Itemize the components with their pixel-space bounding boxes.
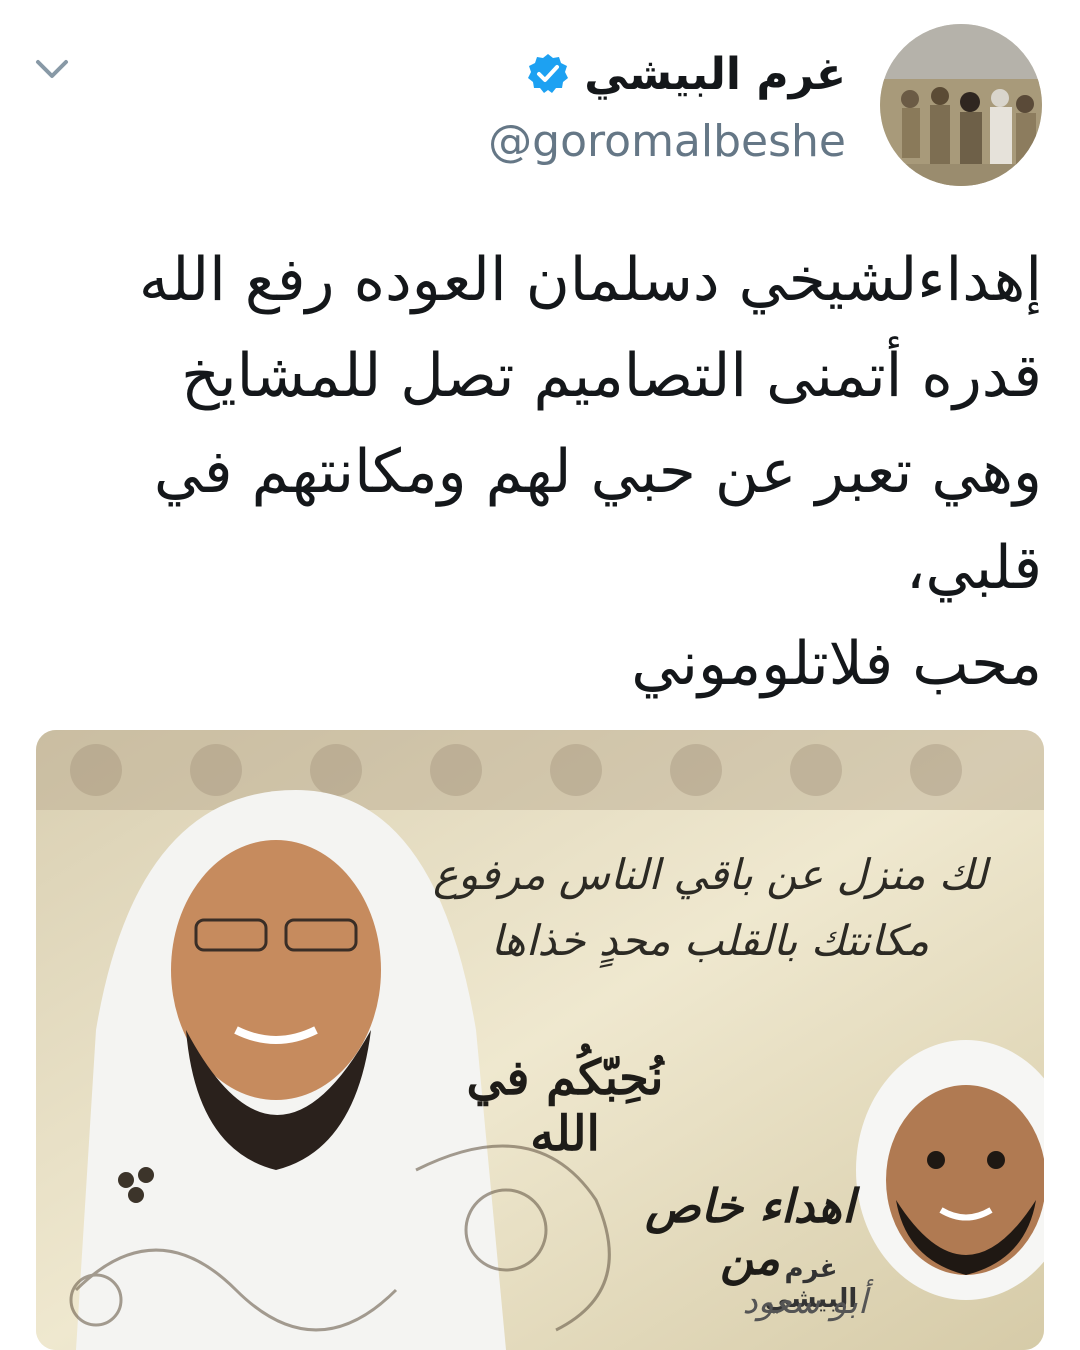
- avatar[interactable]: [880, 24, 1042, 186]
- avatar-photo: [880, 24, 1042, 186]
- media-poem: لك منزل عن باقي الناس مرفوع مكانتك بالقل…: [430, 842, 990, 974]
- poem-line-1: لك منزل عن باقي الناس مرفوع: [432, 850, 988, 899]
- media-artwork: [36, 730, 1044, 1350]
- gift-line-1: اهداء خاص: [645, 1179, 855, 1233]
- author-name-row[interactable]: غرم البيشي: [526, 44, 846, 104]
- media-blessing: نُحِبّكُم في الله: [466, 1050, 664, 1162]
- media-signature-nickname: أبو سعود: [742, 1282, 868, 1322]
- author-display-name[interactable]: غرم البيشي: [584, 49, 846, 100]
- author-handle[interactable]: @goromalbeshe: [488, 116, 846, 167]
- tweet-text: إهداءلشيخي دسلمان العوده رفع الله قدره أ…: [138, 245, 1042, 699]
- poem-line-2: مكانتك بالقلب محدٍ خذاها: [490, 916, 930, 965]
- tweet-media-image[interactable]: [36, 730, 1044, 1350]
- verified-badge-icon: [528, 54, 569, 93]
- chevron-down-icon[interactable]: [30, 50, 74, 86]
